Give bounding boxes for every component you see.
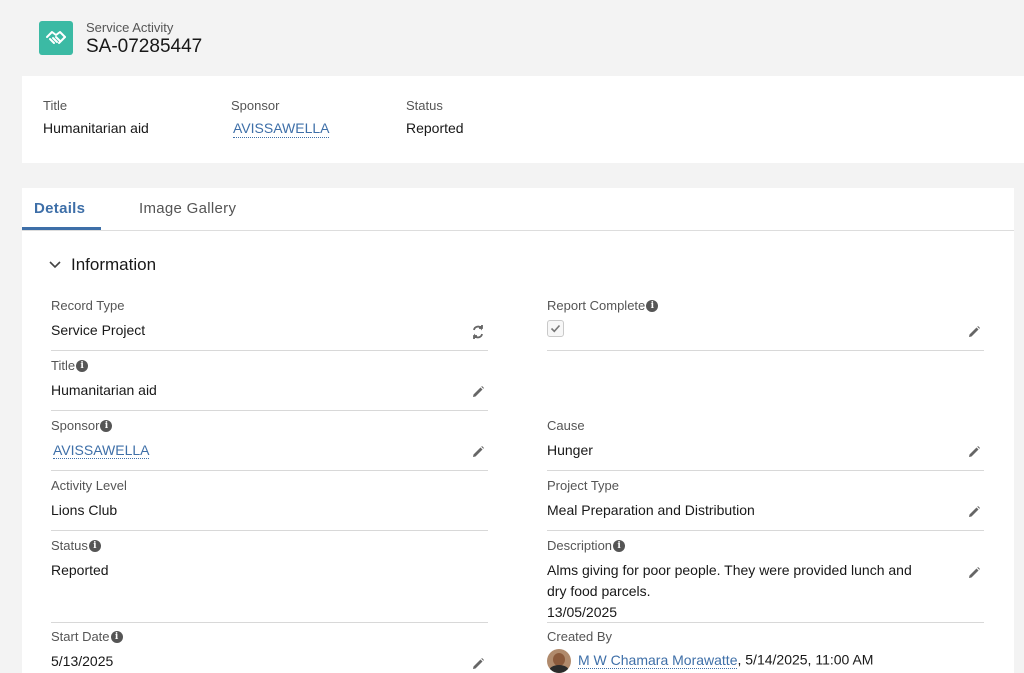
field-description: Description i Alms giving for poor people… [547,538,984,623]
field-title: Title i Humanitarian aid [51,358,488,411]
edit-pencil-icon[interactable] [966,444,982,460]
field-value: Lions Club [51,502,118,518]
avatar[interactable] [547,649,571,673]
checkmark-icon [550,324,561,333]
record-header: Service Activity SA-07285447 [0,0,1024,75]
edit-pencil-icon[interactable] [470,656,486,672]
highlight-status-value: Reported [406,120,464,136]
change-record-type-icon[interactable] [470,324,486,340]
info-icon[interactable]: i [646,299,659,312]
field-label: Description [547,538,613,553]
chevron-down-icon [49,261,61,269]
highlight-status-label: Status [406,98,443,113]
highlight-title-label: Title [43,98,68,113]
highlight-status: Status Reported [406,98,464,136]
created-by-user-link[interactable]: M W Chamara Morawatte [578,651,738,669]
field-label: Sponsor [51,418,100,433]
field-label: Activity Level [51,478,127,493]
info-icon[interactable]: i [88,539,101,552]
field-start-date: Start Date i 5/13/2025 [51,629,488,673]
field-created-by: Created By M W Chamara Morawatte, 5/14/2… [547,629,984,673]
highlight-sponsor-label: Sponsor [231,98,280,113]
edit-pencil-icon[interactable] [966,324,982,340]
highlights-panel: Title Humanitarian aid Sponsor AVISSAWEL… [22,76,1024,163]
description-line: 13/05/2025 [547,604,618,620]
highlight-sponsor-link[interactable]: AVISSAWELLA [233,120,330,138]
tab-details[interactable]: Details [34,200,85,217]
section-title: Information [71,255,157,274]
field-activity-level: Activity Level Lions Club [51,478,488,531]
field-label: Report Complete [547,298,646,313]
field-value: Meal Preparation and Distribution [547,502,755,518]
field-label: Created By [547,629,613,644]
info-icon[interactable]: i [76,359,89,372]
field-value: Service Project [51,322,146,338]
created-timestamp: , 5/14/2025, 11:00 AM [737,651,874,668]
info-icon[interactable]: i [110,630,123,643]
highlight-sponsor: Sponsor AVISSAWELLA [231,98,330,138]
field-label: Status [51,538,88,553]
sponsor-link[interactable]: AVISSAWELLA [53,442,150,459]
field-sponsor: Sponsor i AVISSAWELLA [51,418,488,471]
info-icon[interactable]: i [613,539,626,552]
handshake-icon [39,21,73,55]
detail-panel: Details Image Gallery Information Record… [22,188,1014,673]
record-name: SA-07285447 [86,36,203,57]
edit-pencil-icon[interactable] [470,384,486,400]
info-icon[interactable]: i [100,419,113,432]
field-status: Status i Reported [51,538,488,623]
highlight-title: Title Humanitarian aid [43,98,149,136]
description-line: Alms giving for poor people. They were p… [547,562,912,578]
section-information-toggle[interactable]: Information [48,255,156,275]
report-complete-checkbox [547,320,564,337]
active-tab-indicator [22,227,101,230]
field-cause: Cause Hunger [547,418,984,471]
field-value: Humanitarian aid [51,382,157,398]
field-label: Title [51,358,76,373]
edit-pencil-icon[interactable] [470,444,486,460]
field-record-type: Record Type Service Project [51,298,488,351]
field-label: Record Type [51,298,125,313]
edit-pencil-icon[interactable] [966,504,982,520]
tab-bar: Details Image Gallery [22,188,1014,231]
field-value: Hunger [547,442,593,458]
field-report-complete: Report Complete i [547,298,984,351]
description-line: dry food parcels. [547,583,651,599]
field-label: Start Date [51,629,110,644]
tab-image-gallery[interactable]: Image Gallery [139,200,236,217]
field-label: Cause [547,418,585,433]
highlight-title-value: Humanitarian aid [43,120,149,136]
field-project-type: Project Type Meal Preparation and Distri… [547,478,984,531]
field-label: Project Type [547,478,620,493]
field-value: Reported [51,562,109,578]
object-type-label: Service Activity [86,20,174,35]
field-value: 5/13/2025 [51,653,114,669]
edit-pencil-icon[interactable] [966,565,982,581]
